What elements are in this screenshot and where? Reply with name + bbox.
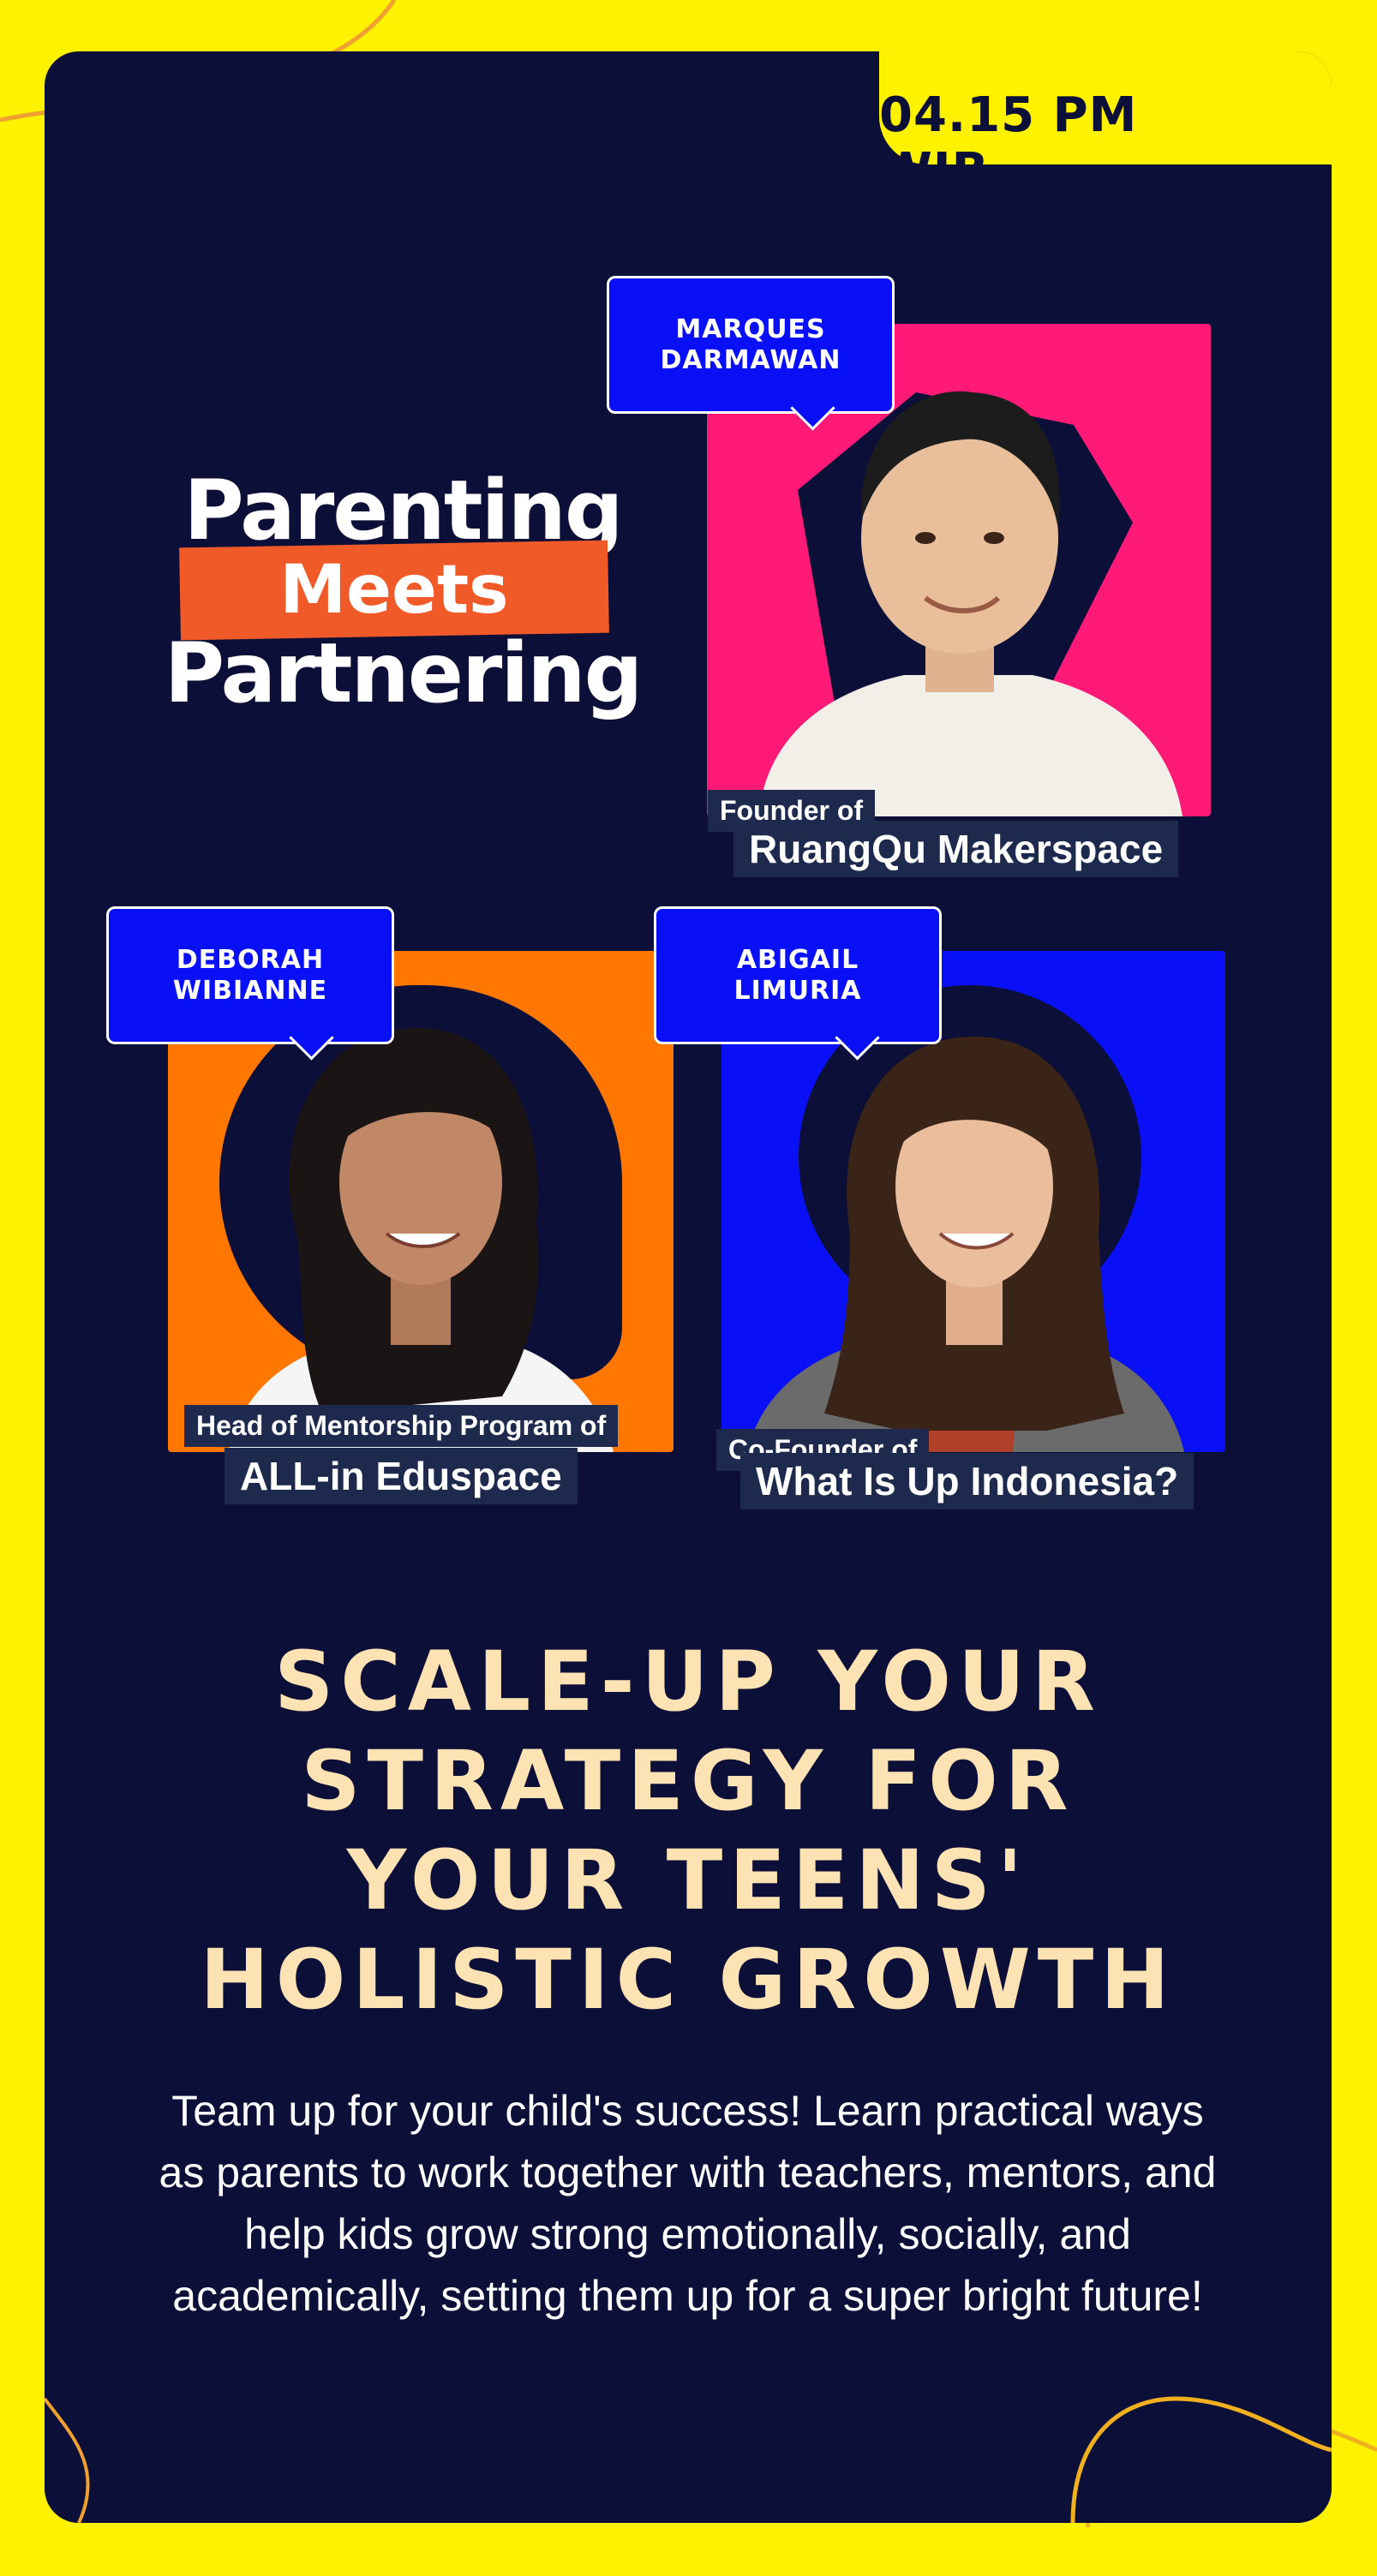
speaker-last-name: WIBIANNE <box>172 975 328 1006</box>
title-line-2: Meets <box>279 552 509 629</box>
headline-line-3: YOUR TEENS' <box>346 1832 1030 1928</box>
headline-line-4: HOLISTIC GROWTH <box>200 1932 1176 2028</box>
speaker-last-name: LIMURIA <box>733 975 862 1006</box>
speaker-role-2: Head of Mentorship Program of <box>184 1405 619 1447</box>
poster-frame: 04.15 PM WIB Parenting Meets Partnering … <box>0 0 1377 2576</box>
speaker-organization-2: ALL-in Eduspace <box>225 1448 578 1504</box>
speaker-organization-3: What Is Up Indonesia? <box>740 1453 1194 1509</box>
speaker-first-name: DEBORAH <box>176 944 325 975</box>
speaker-first-name: MARQUES <box>675 314 826 344</box>
event-title: Parenting Meets Partnering <box>163 463 644 737</box>
speaker-first-name: ABIGAIL <box>736 944 859 975</box>
speaker-name-bubble-1: MARQUES DARMAWAN <box>607 276 895 414</box>
speaker-last-name: DARMAWAN <box>660 344 841 375</box>
title-line-3: Partnering <box>164 625 644 721</box>
speaker-organization-1: RuangQu Makerspace <box>733 821 1179 877</box>
speaker-name-bubble-2: DEBORAH WIBIANNE <box>106 906 394 1044</box>
headline-line-2: STRATEGY FOR <box>301 1733 1075 1829</box>
event-description: Team up for your child's success! Learn … <box>159 2087 1217 2320</box>
speaker-name-bubble-3: ABIGAIL LIMURIA <box>654 906 942 1044</box>
main-headline: SCALE-UP YOUR STRATEGY FOR YOUR TEENS' H… <box>45 1632 1332 2029</box>
headline-line-1: SCALE-UP YOUR <box>274 1634 1102 1730</box>
